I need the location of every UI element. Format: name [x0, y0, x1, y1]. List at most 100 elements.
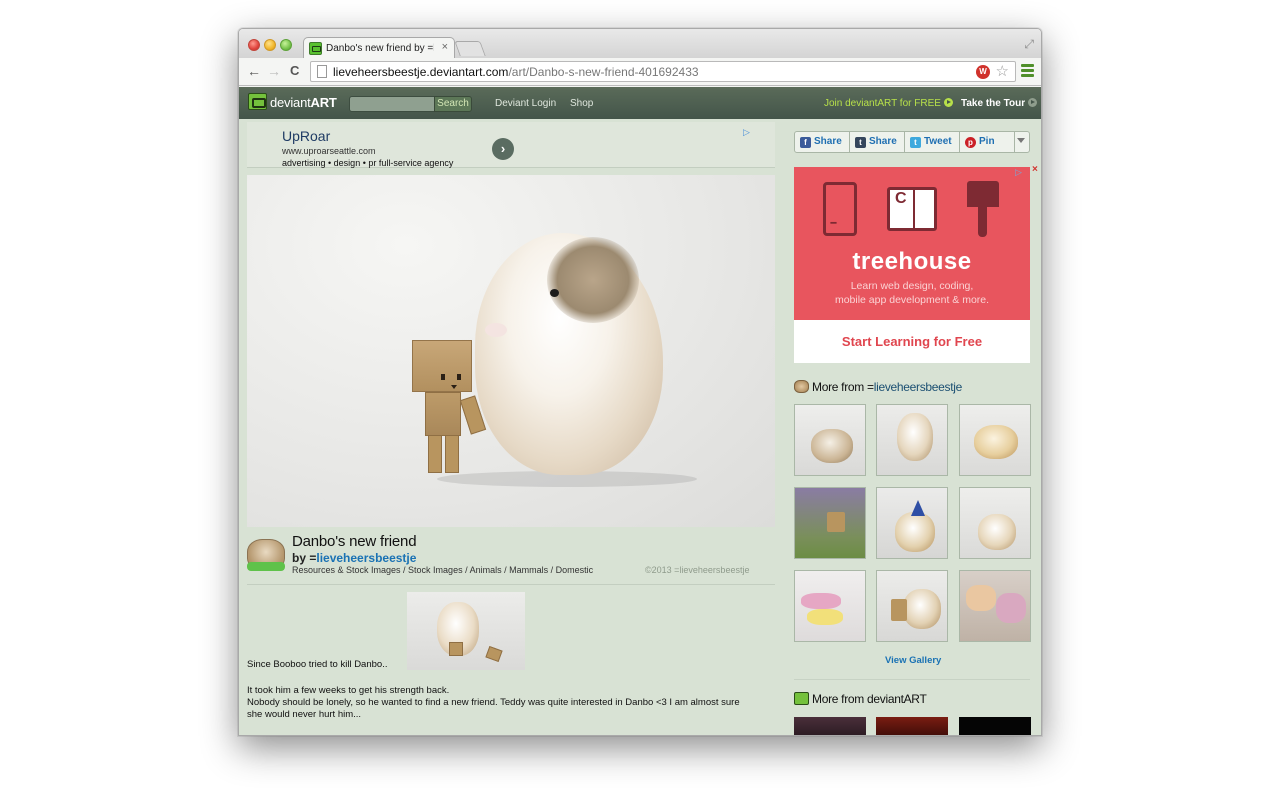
reload-button[interactable]: C [290, 63, 299, 79]
gallery-thumbnail[interactable] [876, 404, 948, 476]
thumb-subject [978, 514, 1016, 550]
artist-avatar[interactable] [247, 539, 285, 571]
url-text[interactable]: lieveheersbeestje.deviantart.com/art/Dan… [333, 65, 699, 79]
tumblr-icon: t [855, 137, 866, 148]
artist-link[interactable]: lieveheersbeestje [316, 551, 416, 565]
thumb-subject [966, 585, 996, 611]
fullscreen-icon[interactable]: ⤢ [1024, 37, 1034, 52]
new-tab-button[interactable] [454, 41, 486, 56]
book-icon [887, 187, 937, 231]
gallery-thumbnail[interactable] [959, 717, 1031, 735]
thumb-subject [891, 599, 907, 621]
browser-menu-icon[interactable] [1021, 64, 1034, 79]
search-button[interactable]: Search [434, 96, 472, 112]
gallery-thumbnail[interactable] [876, 570, 948, 642]
gallery-thumbnail[interactable] [794, 717, 866, 735]
ad-close-icon[interactable]: × [1032, 164, 1038, 175]
more-from-prefix: More from = [812, 380, 874, 394]
tumblr-share-button[interactable]: t Share [850, 132, 905, 152]
tour-label: Take the Tour [961, 98, 1026, 109]
thumb-subject [897, 413, 933, 461]
pinterest-pin-button[interactable]: p Pin [960, 132, 1015, 152]
artwork-image[interactable] [247, 175, 775, 527]
adchoices-icon[interactable]: ▷ [743, 127, 754, 137]
deviantart-logo-icon [794, 692, 809, 705]
danbo-mouth [451, 385, 457, 389]
top-text-ad[interactable]: UpRoar www.uproarseattle.com advertising… [247, 122, 775, 168]
danbo-eye [457, 374, 461, 380]
tab-close-icon[interactable]: × [442, 41, 448, 53]
page-icon [317, 65, 327, 78]
extension-icon[interactable]: W [976, 65, 990, 79]
thumb-subject [974, 425, 1018, 459]
facebook-share-button[interactable]: f Share [795, 132, 850, 152]
browser-toolbar: ← → C lieveheersbeestje.deviantart.com/a… [239, 58, 1041, 86]
deviantart-logo[interactable]: deviantART [270, 95, 337, 110]
join-link[interactable]: Join deviantART for FREE [824, 98, 953, 109]
adchoices-icon[interactable]: ▷ [1015, 167, 1022, 178]
phone-icon [823, 182, 857, 236]
danbo-body [425, 392, 461, 436]
arrow-right-icon [943, 98, 953, 107]
more-from-da-label: More from deviantART [812, 692, 927, 706]
thumb-subject [801, 593, 841, 609]
deviantart-logo-icon[interactable] [248, 93, 267, 110]
forward-button[interactable]: → [267, 63, 281, 79]
view-gallery-link[interactable]: View Gallery [885, 655, 941, 666]
more-from-deviantart-heading: More from deviantART [794, 692, 927, 706]
minimize-window-button[interactable] [264, 39, 276, 51]
page-viewport: deviantART Search Deviant Login Shop Joi… [239, 87, 1041, 735]
back-button[interactable]: ← [247, 63, 261, 79]
danbo-leg [428, 435, 442, 473]
share-bar: f Share t Share t Tweet p Pin [794, 131, 1030, 153]
gallery-thumbnail[interactable] [959, 404, 1031, 476]
thumb-subject [895, 512, 935, 552]
logo-suffix: ART [310, 95, 337, 110]
ad-tagline: Learn web design, coding, [850, 280, 974, 292]
gallery-thumbnail[interactable] [794, 487, 866, 559]
inline-thumbnail[interactable] [407, 592, 525, 670]
gallery-thumbnail[interactable] [959, 570, 1031, 642]
pinterest-icon: p [965, 137, 976, 148]
ad-url[interactable]: www.uproarseattle.com [282, 146, 376, 156]
artist-name[interactable]: lieveheersbeestje [874, 380, 963, 394]
search-input[interactable] [349, 96, 435, 112]
divider [794, 679, 1030, 680]
close-window-button[interactable] [248, 39, 260, 51]
address-bar[interactable]: lieveheersbeestje.deviantart.com/art/Dan… [310, 61, 1016, 82]
zoom-window-button[interactable] [280, 39, 292, 51]
gallery-thumbnail[interactable] [876, 717, 948, 735]
by-prefix: by = [292, 551, 317, 565]
facebook-icon: f [800, 137, 811, 148]
gallery-thumbnail[interactable] [794, 404, 866, 476]
treehouse-logo: treehouse [852, 248, 972, 275]
twitter-tweet-button[interactable]: t Tweet [905, 132, 960, 152]
gallery-thumbnail[interactable] [959, 487, 1031, 559]
treehouse-ad[interactable]: treehouse Learn web design, coding, mobi… [794, 167, 1030, 363]
copyright-notice: ©2013 =lieveheersbeestje [645, 565, 750, 575]
thumb-subject [996, 593, 1026, 623]
gallery-thumbnail[interactable] [876, 487, 948, 559]
tumblr-share-label: Share [869, 136, 897, 147]
gallery-thumbnail[interactable] [794, 570, 866, 642]
tweet-label: Tweet [924, 136, 952, 147]
paint-brush-icon [967, 181, 999, 237]
ad-title[interactable]: UpRoar [282, 128, 330, 144]
chevron-down-icon[interactable] [1017, 138, 1025, 143]
category-breadcrumb[interactable]: Resources & Stock Images / Stock Images … [292, 565, 593, 575]
description-caption: Since Booboo tried to kill Danbo.. [247, 659, 388, 670]
shop-link[interactable]: Shop [570, 98, 593, 109]
thumb-subject [807, 609, 843, 625]
url-host: lieveheersbeestje.deviantart.com [333, 65, 509, 79]
take-tour-link[interactable]: Take the Tour [961, 98, 1038, 109]
guinea-pig-eye [550, 289, 559, 297]
bookmark-star-icon[interactable]: ☆ [996, 62, 1009, 80]
browser-window: Danbo's new friend by =lie × ⤢ ← → C lie… [238, 28, 1042, 736]
deviantart-header: deviantART Search Deviant Login Shop Joi… [239, 87, 1041, 119]
start-learning-button[interactable]: Start Learning for Free [794, 334, 1030, 349]
browser-tab-active[interactable]: Danbo's new friend by =lie × [303, 37, 455, 59]
deviant-login-link[interactable]: Deviant Login [495, 98, 556, 109]
ad-go-icon[interactable]: › [492, 138, 514, 160]
danbo-head [412, 340, 472, 392]
facebook-share-label: Share [814, 136, 842, 147]
